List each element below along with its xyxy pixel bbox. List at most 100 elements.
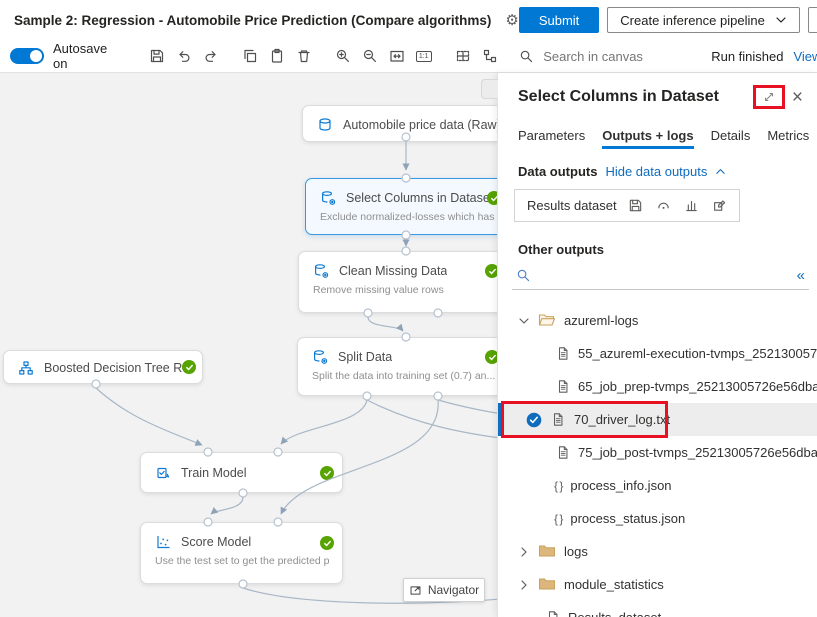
autosave-label: Autosave on [53, 41, 107, 71]
tree-row-55-azureml-execution[interactable]: 55_azureml-execution-tvmps_25213005726e5… [498, 337, 817, 370]
module-clean-missing-data[interactable]: Clean Missing Data Remove missing value … [298, 251, 508, 313]
toolbar-group-layout [449, 43, 503, 69]
select-all-icon[interactable] [449, 43, 476, 69]
chevron-right-icon[interactable] [518, 546, 530, 558]
module-boosted-decision-tree-regression[interactable]: Boosted Decision Tree Regre... [3, 350, 203, 384]
caret-up-icon[interactable] [715, 166, 726, 177]
data-outputs-row: Data outputs Hide data outputs [498, 164, 817, 179]
document-icon [556, 445, 570, 460]
chevron-right-icon[interactable] [518, 579, 530, 591]
publish-button[interactable]: Publish [808, 7, 817, 33]
tree-row-process-info-json[interactable]: { } process_info.json [498, 469, 817, 502]
tab-metrics[interactable]: Metrics [767, 128, 809, 143]
tab-outputs-logs[interactable]: Outputs + logs [602, 128, 693, 143]
delete-icon[interactable] [290, 43, 317, 69]
hide-data-outputs-link[interactable]: Hide data outputs [605, 164, 707, 179]
view-run-overview-link[interactable]: View run overview [793, 49, 817, 64]
submit-button[interactable]: Submit [519, 7, 599, 33]
toolbar-group-edit [236, 43, 317, 69]
fit-to-screen-icon[interactable] [383, 43, 410, 69]
tree-label: module_statistics [564, 577, 664, 592]
auto-layout-icon[interactable] [476, 43, 503, 69]
navigator-icon [409, 584, 422, 597]
module-automobile-price-data[interactable]: Automobile price data (Raw) [302, 105, 510, 142]
expand-panel-icon[interactable] [762, 90, 776, 104]
copy-icon[interactable] [236, 43, 263, 69]
tree-row-65-job-prep[interactable]: 65_job_prep-tvmps_25213005726e56dba07a1e… [498, 370, 817, 403]
redo-icon[interactable] [197, 43, 224, 69]
module-subtitle: Exclude normalized-losses which has many [320, 211, 497, 223]
panel-title: Select Columns in Dataset [518, 88, 753, 106]
module-train-model[interactable]: Train Model [140, 452, 343, 493]
actual-size-icon[interactable]: 1:1 [410, 43, 437, 69]
visualize-chart-icon[interactable] [684, 198, 699, 213]
autosave-toggle[interactable] [10, 48, 44, 64]
status-completed-icon [182, 360, 196, 374]
tree-row-azureml-logs[interactable]: azureml-logs [498, 304, 817, 337]
tree-label: 75_job_post-tvmps_25213005726e56dba07a1e… [578, 445, 817, 460]
file-icon [546, 610, 560, 617]
json-icon: { } [554, 479, 562, 493]
save-output-icon[interactable] [628, 198, 643, 213]
train-model-icon [155, 465, 171, 481]
module-select-columns-in-dataset[interactable]: Select Columns in Dataset Exclude normal… [305, 178, 510, 235]
undo-icon[interactable] [170, 43, 197, 69]
connection [211, 497, 243, 514]
chevron-down-icon [775, 14, 787, 26]
close-panel-icon[interactable]: × [790, 88, 805, 107]
pipeline-title: Sample 2: Regression - Automobile Price … [14, 13, 491, 28]
outputs-filter-input[interactable] [537, 267, 789, 284]
panel-collapse-handle[interactable] [481, 79, 498, 99]
navigator-button[interactable]: Navigator [403, 578, 485, 602]
tree-label: azureml-logs [564, 313, 638, 328]
search-in-canvas-input[interactable] [541, 48, 711, 65]
tree-row-process-status-json[interactable]: { } process_status.json [498, 502, 817, 535]
tree-label: 55_azureml-execution-tvmps_25213005726e5… [578, 346, 817, 361]
module-subtitle: Use the test set to get the predicted pr… [155, 555, 330, 567]
zoom-out-icon[interactable] [356, 43, 383, 69]
preview-output-icon[interactable] [656, 198, 671, 213]
results-dataset-label: Results dataset [527, 198, 617, 213]
create-inference-pipeline-button[interactable]: Create inference pipeline [607, 7, 800, 33]
settings-gear-icon[interactable]: ⚙ [505, 13, 518, 28]
paste-icon[interactable] [263, 43, 290, 69]
collapse-all-icon[interactable]: « [797, 267, 805, 284]
split-data-icon [312, 349, 328, 365]
status-completed-icon [320, 466, 334, 480]
tree-row-logs[interactable]: logs [498, 535, 817, 568]
json-icon: { } [554, 512, 562, 526]
panel-header: Select Columns in Dataset × [498, 73, 817, 109]
navigator-label: Navigator [428, 583, 479, 597]
tree-row-70-driver-log[interactable]: 70_driver_log.txt [498, 403, 817, 436]
module-title: Select Columns in Dataset [346, 191, 493, 205]
chevron-down-icon[interactable] [518, 315, 530, 327]
tree-label: 65_job_prep-tvmps_25213005726e56dba07a1e… [578, 379, 817, 394]
outputs-tree: azureml-logs 55_azureml-execution-tvmps_… [498, 304, 817, 617]
dataset-icon [317, 117, 333, 133]
titlebar: Sample 2: Regression - Automobile Price … [0, 0, 817, 40]
titlebar-actions: Submit Create inference pipeline Publish… [519, 7, 817, 33]
clean-missing-data-icon [313, 263, 329, 279]
folder-open-icon [538, 312, 556, 330]
tree-label: process_info.json [570, 478, 671, 493]
module-title: Clean Missing Data [339, 264, 447, 278]
tab-parameters[interactable]: Parameters [518, 128, 585, 143]
module-subtitle: Split the data into training set (0.7) a… [312, 370, 495, 382]
folder-icon [538, 543, 556, 561]
save-icon[interactable] [143, 43, 170, 69]
tree-row-75-job-post[interactable]: 75_job_post-tvmps_25213005726e56dba07a1e… [498, 436, 817, 469]
module-title: Automobile price data (Raw) [343, 118, 497, 132]
selected-check-icon [526, 412, 542, 428]
module-split-data[interactable]: Split Data Split the data into training … [297, 337, 508, 396]
tree-row-results-dataset[interactable]: Results_dataset [498, 601, 817, 617]
tree-label: 70_driver_log.txt [574, 412, 670, 427]
register-dataset-icon[interactable] [712, 198, 727, 213]
toolbar-group-file [143, 43, 224, 69]
panel-tabs: Parameters Outputs + logs Details Metric… [498, 124, 817, 146]
module-score-model[interactable]: Score Model Use the test set to get the … [140, 522, 343, 584]
tree-row-module-statistics[interactable]: module_statistics [498, 568, 817, 601]
tab-details[interactable]: Details [711, 128, 751, 143]
module-title: Score Model [181, 535, 251, 549]
tree-label: logs [564, 544, 588, 559]
zoom-in-icon[interactable] [329, 43, 356, 69]
